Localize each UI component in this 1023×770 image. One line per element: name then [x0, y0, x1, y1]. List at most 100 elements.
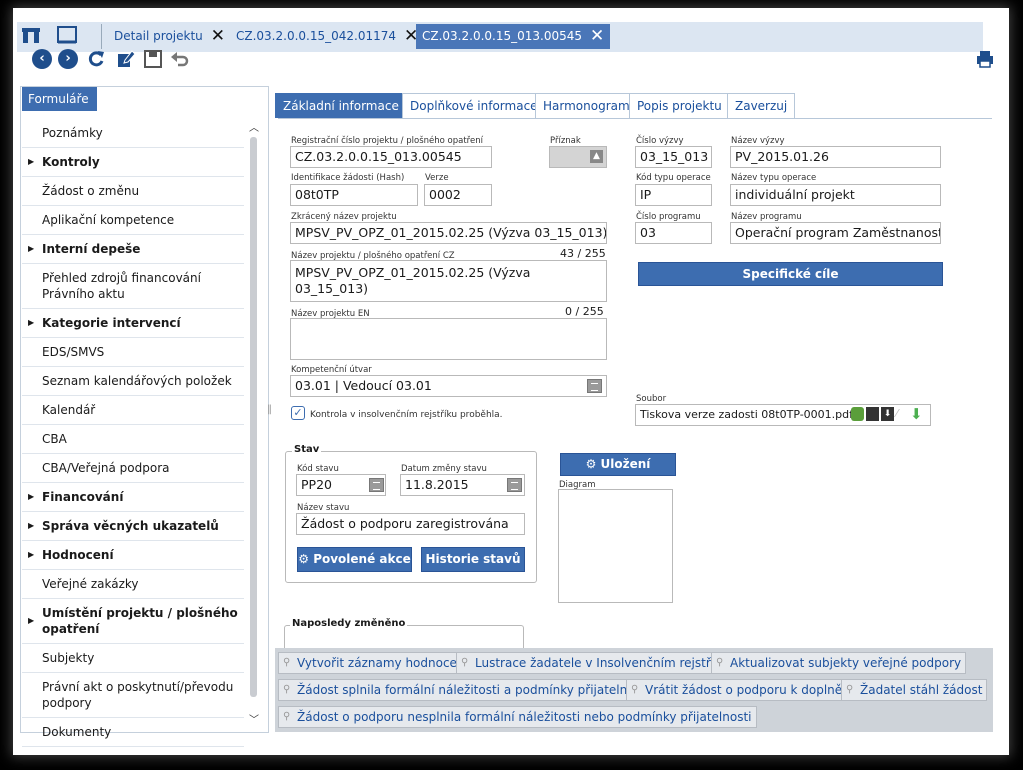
list-item[interactable]: ▶ Financování	[22, 483, 244, 512]
list-item[interactable]: ▶ Hodnocení	[22, 541, 244, 570]
document-icon[interactable]	[866, 407, 879, 421]
expand-arrow-icon[interactable]: ▶	[28, 489, 34, 505]
reg-number-field[interactable]: CZ.03.2.0.0.15_013.00545	[290, 146, 492, 168]
komp-field[interactable]: 03.01 | Vedoucí 03.01	[290, 375, 607, 397]
home-icon[interactable]	[20, 24, 42, 46]
splitter-handle[interactable]: ‖	[267, 404, 272, 415]
print-icon[interactable]	[975, 49, 995, 69]
sign-icon[interactable]	[851, 407, 864, 421]
undo-icon[interactable]	[170, 49, 190, 69]
list-item[interactable]: ▶ Kategorie intervencí	[22, 309, 244, 338]
tab-label: CZ.03.2.0.0.15_042.01174	[236, 29, 397, 43]
tab-popis-projektu[interactable]: Popis projektu	[629, 93, 730, 118]
expand-arrow-icon[interactable]: ▶	[28, 547, 34, 563]
op-code-field[interactable]: IP	[635, 184, 712, 206]
list-item[interactable]: Aplikační kompetence	[22, 206, 244, 235]
edit-icon[interactable]	[116, 49, 136, 69]
insolvency-checkbox[interactable]: ✓	[291, 406, 305, 420]
calendar-icon[interactable]	[507, 478, 522, 492]
list-picker-icon[interactable]	[369, 478, 384, 492]
tab-zaverzuj[interactable]: Zaverzuj	[727, 93, 796, 118]
left-scrollbar[interactable]: ︿ ﹀	[247, 119, 261, 727]
attach-icon[interactable]: ⁄	[896, 407, 909, 421]
list-item[interactable]: Dokumenty	[22, 718, 244, 747]
name-en-counter: 0 / 255	[565, 305, 604, 318]
close-icon[interactable]: ✕	[590, 26, 604, 46]
tab-detail-projektu[interactable]: Detail projektu ✕	[108, 24, 231, 49]
tab-zakladni-informace[interactable]: Základní informace	[275, 93, 407, 118]
list-item[interactable]: ▶ Interní depeše	[22, 235, 244, 264]
list-item[interactable]: ▶ Kontroly	[22, 148, 244, 177]
expand-arrow-icon[interactable]: ▶	[28, 315, 34, 331]
hash-field[interactable]: 08t0TP	[290, 184, 418, 206]
list-item[interactable]: EDS/SMVS	[22, 338, 244, 367]
list-item[interactable]: Žádost o změnu	[22, 177, 244, 206]
list-item[interactable]: CBA/Veřejná podpora	[22, 454, 244, 483]
expand-arrow-icon[interactable]: ▶	[28, 613, 34, 629]
list-item[interactable]: Seznam kalendářových položek	[22, 367, 244, 396]
short-name-label: Zkrácený název projektu	[291, 212, 397, 222]
expand-arrow-icon[interactable]: ▶	[28, 154, 34, 170]
tab-project-01174[interactable]: CZ.03.2.0.0.15_042.01174 ✕	[230, 24, 424, 49]
back-icon[interactable]: ‹	[32, 49, 52, 69]
nazev-stavu-field[interactable]: Žádost o podporu zaregistrována	[296, 513, 525, 535]
specific-goals-button[interactable]: Specifické cíle	[638, 262, 943, 286]
list-item[interactable]: Poznámky	[22, 119, 244, 148]
formal-requirements-met-button[interactable]: ⚲ Žádost splnila formální náležitosti a p…	[278, 679, 654, 701]
scroll-down-icon[interactable]: ﹀	[249, 711, 259, 726]
list-item[interactable]: Přehled zdrojů financování Právního aktu	[22, 264, 244, 309]
applicant-withdrew-button[interactable]: ⚲ Žadatel stáhl žádost	[841, 679, 988, 701]
short-name-field[interactable]: MPSV_PV_OPZ_01_2015.02.25 (Výzva 03_15_0…	[290, 222, 607, 244]
download-icon[interactable]: ⬇	[881, 407, 894, 421]
nazev-stavu-label: Název stavu	[297, 503, 350, 513]
hash-label: Identifikace žádosti (Hash)	[291, 173, 405, 183]
list-picker-icon[interactable]	[587, 379, 602, 393]
flow-icon: ⚲	[283, 711, 291, 722]
book-icon[interactable]	[55, 24, 79, 46]
formal-requirements-not-met-button[interactable]: ⚲ Žádost o podporu nesplnila formální nál…	[278, 706, 757, 728]
import-arrow-icon[interactable]: ⬇	[910, 405, 928, 423]
forward-icon[interactable]: ›	[58, 49, 78, 69]
save-diagram-button[interactable]: ⚙ Uložení diagramu	[560, 453, 676, 492]
upload-icon[interactable]: ▲	[590, 150, 603, 163]
save-icon[interactable]	[143, 49, 163, 69]
stav-title: Stav	[292, 444, 322, 455]
vyzva-name-label: Název výzvy	[731, 136, 785, 146]
return-for-completion-button[interactable]: ⚲ Vrátit žádost o podporu k doplnění	[626, 679, 859, 701]
scroll-thumb[interactable]	[250, 137, 257, 697]
vyzva-num-label: Číslo výzvy	[636, 136, 684, 146]
expand-arrow-icon[interactable]: ▶	[28, 518, 34, 534]
verze-field[interactable]: 0002	[424, 184, 492, 206]
name-en-textarea[interactable]	[290, 318, 607, 360]
prog-num-field[interactable]: 03	[635, 222, 712, 244]
list-item[interactable]: CBA	[22, 425, 244, 454]
refresh-icon[interactable]	[86, 49, 106, 69]
expand-arrow-icon[interactable]: ▶	[28, 241, 34, 257]
update-subjects-button[interactable]: ⚲ Aktualizovat subjekty veřejné podpory	[711, 652, 967, 674]
op-name-field[interactable]: individuální projekt	[730, 184, 941, 206]
create-evaluation-records-button[interactable]: ⚲ Vytvořit záznamy hodnocení	[278, 652, 473, 674]
list-item[interactable]: ▶ Správa věcných ukazatelů	[22, 512, 244, 541]
tab-project-00545[interactable]: CZ.03.2.0.0.15_013.00545 ✕	[416, 24, 611, 49]
tab-harmonogram[interactable]: Harmonogram	[535, 93, 638, 118]
list-item[interactable]: ▶ Umístění projektu / plošného opatření	[22, 599, 244, 644]
link-icon: ⚲	[461, 657, 469, 668]
vyzva-name-field[interactable]: PV_2015.01.26	[730, 146, 941, 168]
allowed-actions-button[interactable]: ⚙ Povolené akce	[297, 547, 412, 572]
vyzva-num-field[interactable]: 03_15_013	[635, 146, 712, 168]
list-item[interactable]: Subjekty	[22, 644, 244, 673]
name-cz-counter: 43 / 255	[560, 247, 606, 260]
close-icon[interactable]: ✕	[211, 26, 225, 46]
priznak-label: Příznak	[550, 136, 581, 146]
prog-name-field[interactable]: Operační program Zaměstnanost	[730, 222, 941, 244]
scroll-up-icon[interactable]: ︿	[249, 119, 259, 134]
name-cz-textarea[interactable]: MPSV_PV_OPZ_01_2015.02.25 (Výzva 03_15_0…	[290, 260, 607, 302]
datum-label: Datum změny stavu	[401, 464, 487, 474]
list-item[interactable]: Veřejné zakázky	[22, 570, 244, 599]
insolvency-check-button[interactable]: ⚲ Lustrace žadatele v Insolvenčním rejstř…	[456, 652, 734, 674]
status-history-button[interactable]: Historie stavů	[421, 547, 525, 572]
forms-panel-header: Formuláře	[22, 87, 97, 111]
tab-doplnkove-informace[interactable]: Doplňkové informace	[402, 93, 546, 118]
list-item[interactable]: Právní akt o poskytnutí/převodu podpory	[22, 673, 244, 718]
list-item[interactable]: Kalendář	[22, 396, 244, 425]
